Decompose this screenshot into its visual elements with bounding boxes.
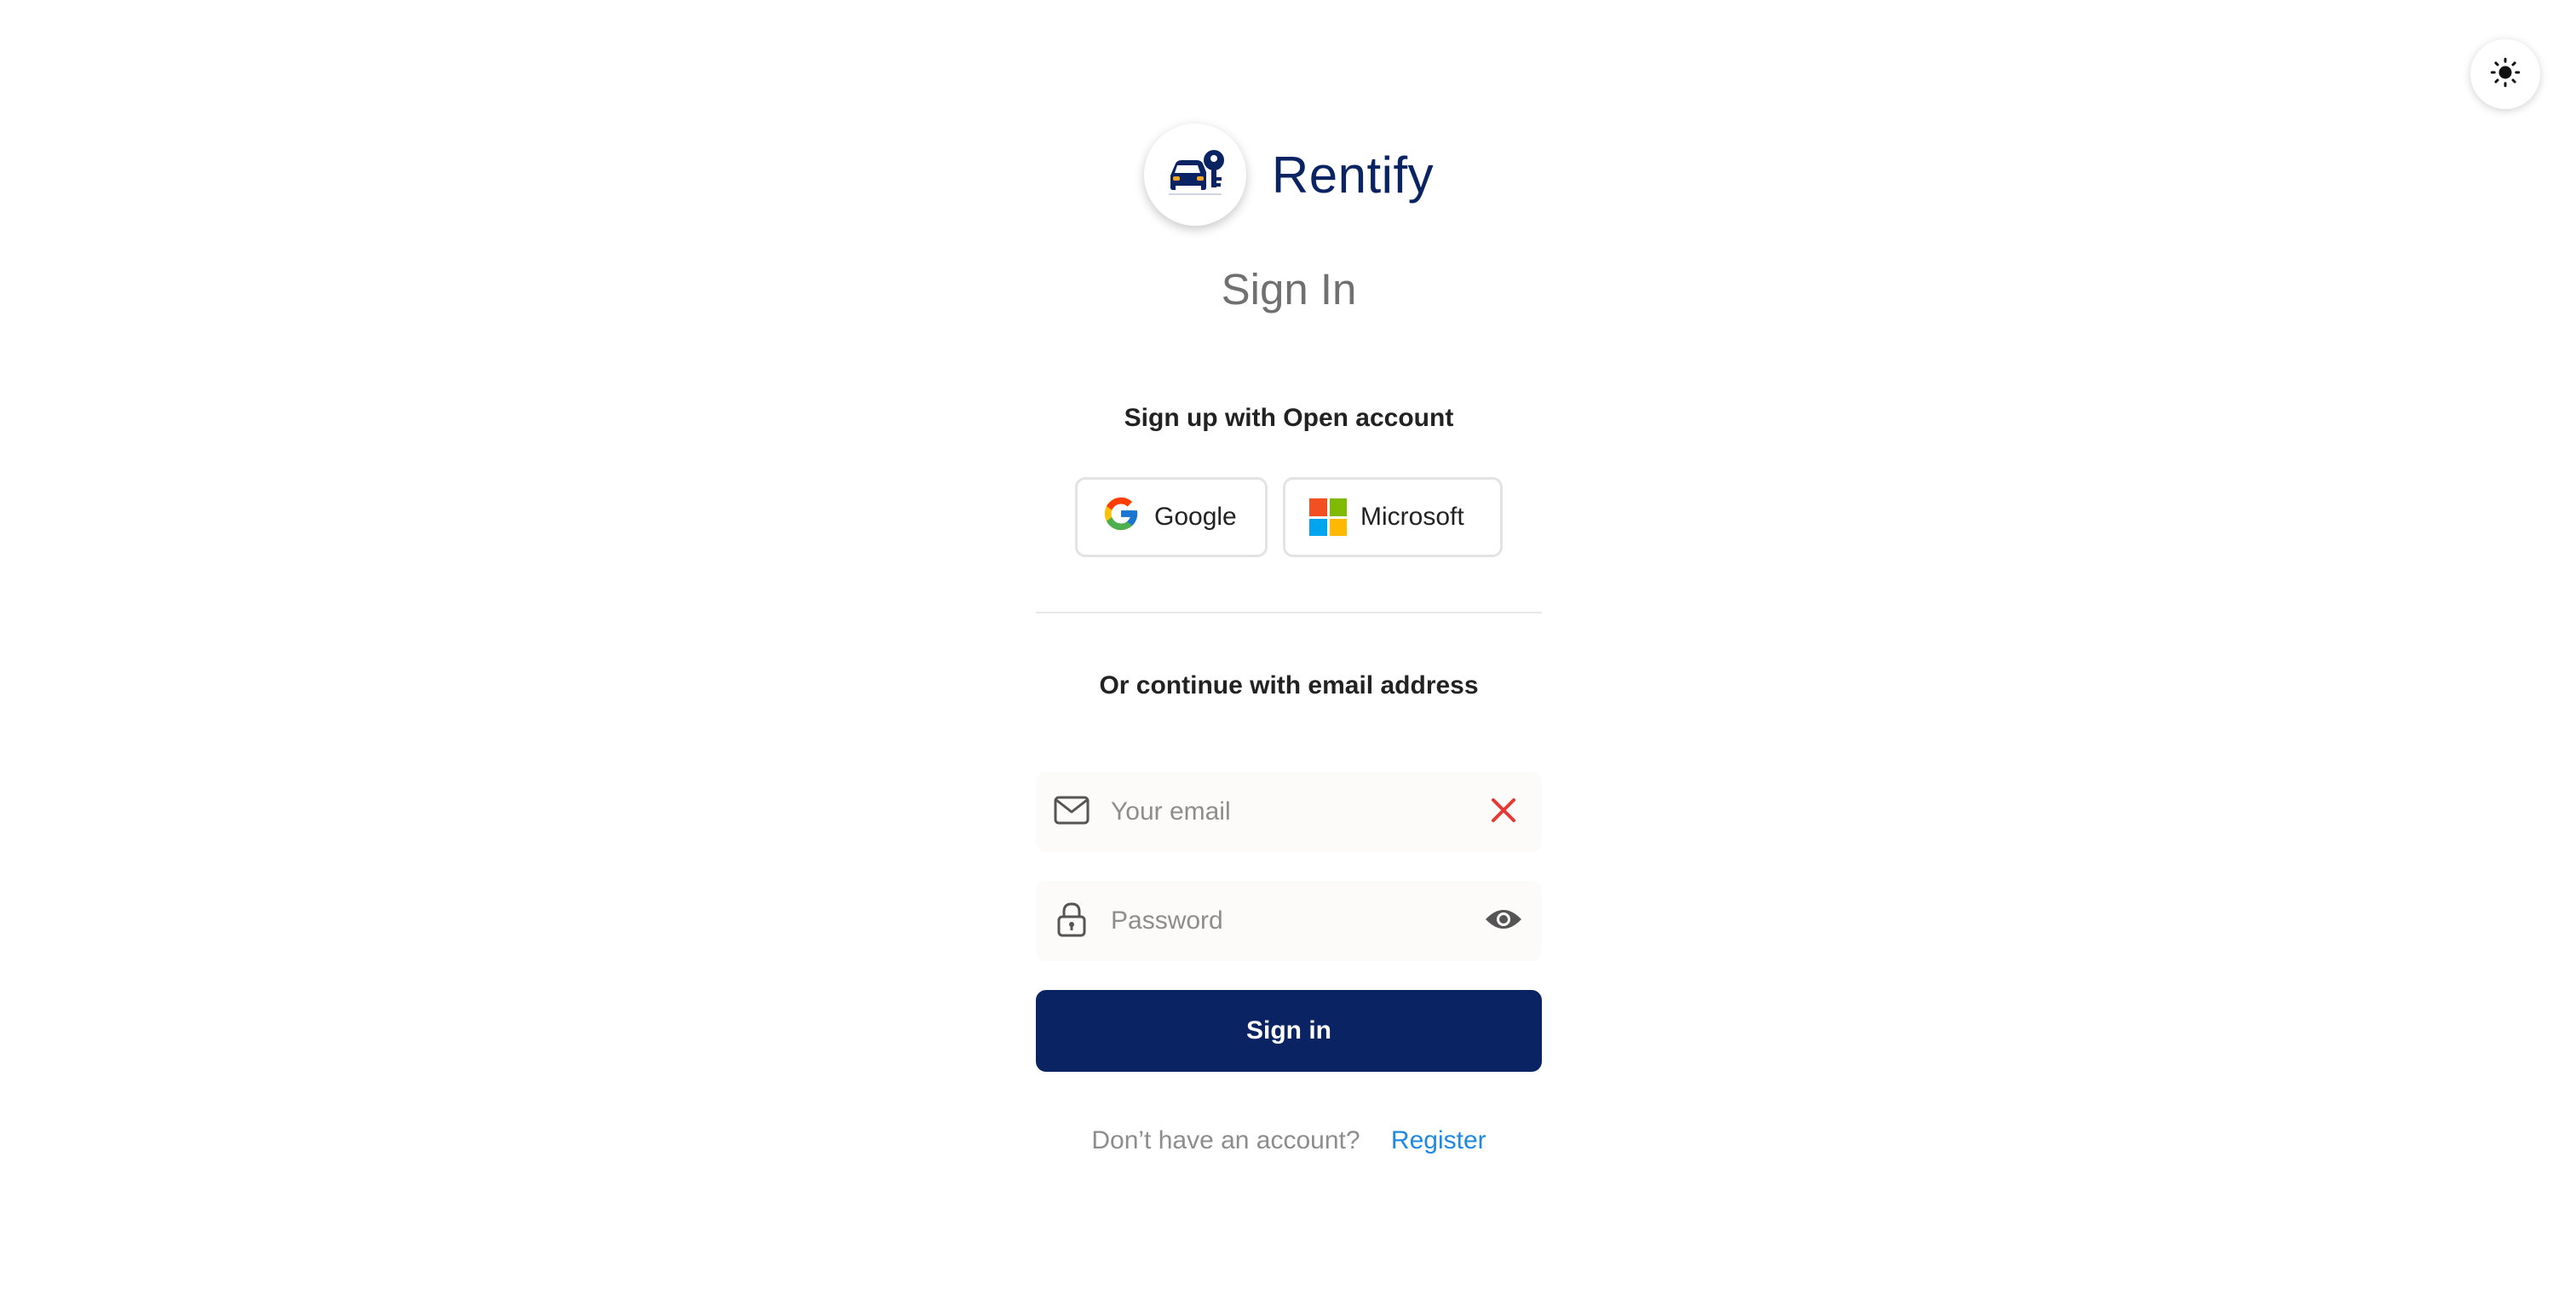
sign-in-button[interactable]: Sign in [1036,990,1542,1072]
email-section-label: Or continue with email address [1099,671,1479,699]
register-link[interactable]: Register [1391,1126,1486,1154]
logo [1143,124,1246,226]
divider [1036,612,1542,613]
lock-icon [1053,901,1090,942]
brand-name: Rentify [1271,146,1435,204]
sign-in-page: Rentify Sign In Sign up with Open accoun… [0,0,2576,1295]
microsoft-sign-in-button[interactable]: Microsoft [1283,477,1503,557]
register-prompt: Don’t have an account? Register [1036,1126,1542,1155]
email-field [1036,772,1542,852]
car-key-icon [1165,147,1225,204]
google-button-label: Google [1154,503,1237,531]
microsoft-icon [1309,498,1347,536]
page-title: Sign In [1221,265,1357,314]
eye-icon [1484,906,1523,937]
theme-toggle-button[interactable] [2470,39,2540,109]
google-sign-in-button[interactable]: Google [1075,477,1268,557]
close-icon [1490,797,1517,828]
password-field [1036,881,1542,961]
clear-email-button[interactable] [1482,791,1525,833]
brand-header: Rentify [1036,123,1542,227]
email-input[interactable] [1109,797,1482,827]
oauth-buttons: Google Microsoft [1036,477,1542,557]
toggle-password-visibility-button[interactable] [1482,900,1525,942]
sun-icon [2490,57,2521,92]
password-input[interactable] [1109,906,1482,936]
register-prompt-text: Don’t have an account? [1091,1126,1360,1154]
oauth-label: Sign up with Open account [1124,404,1454,432]
mail-icon [1053,795,1090,830]
google-icon [1101,494,1141,540]
microsoft-button-label: Microsoft [1360,503,1464,531]
